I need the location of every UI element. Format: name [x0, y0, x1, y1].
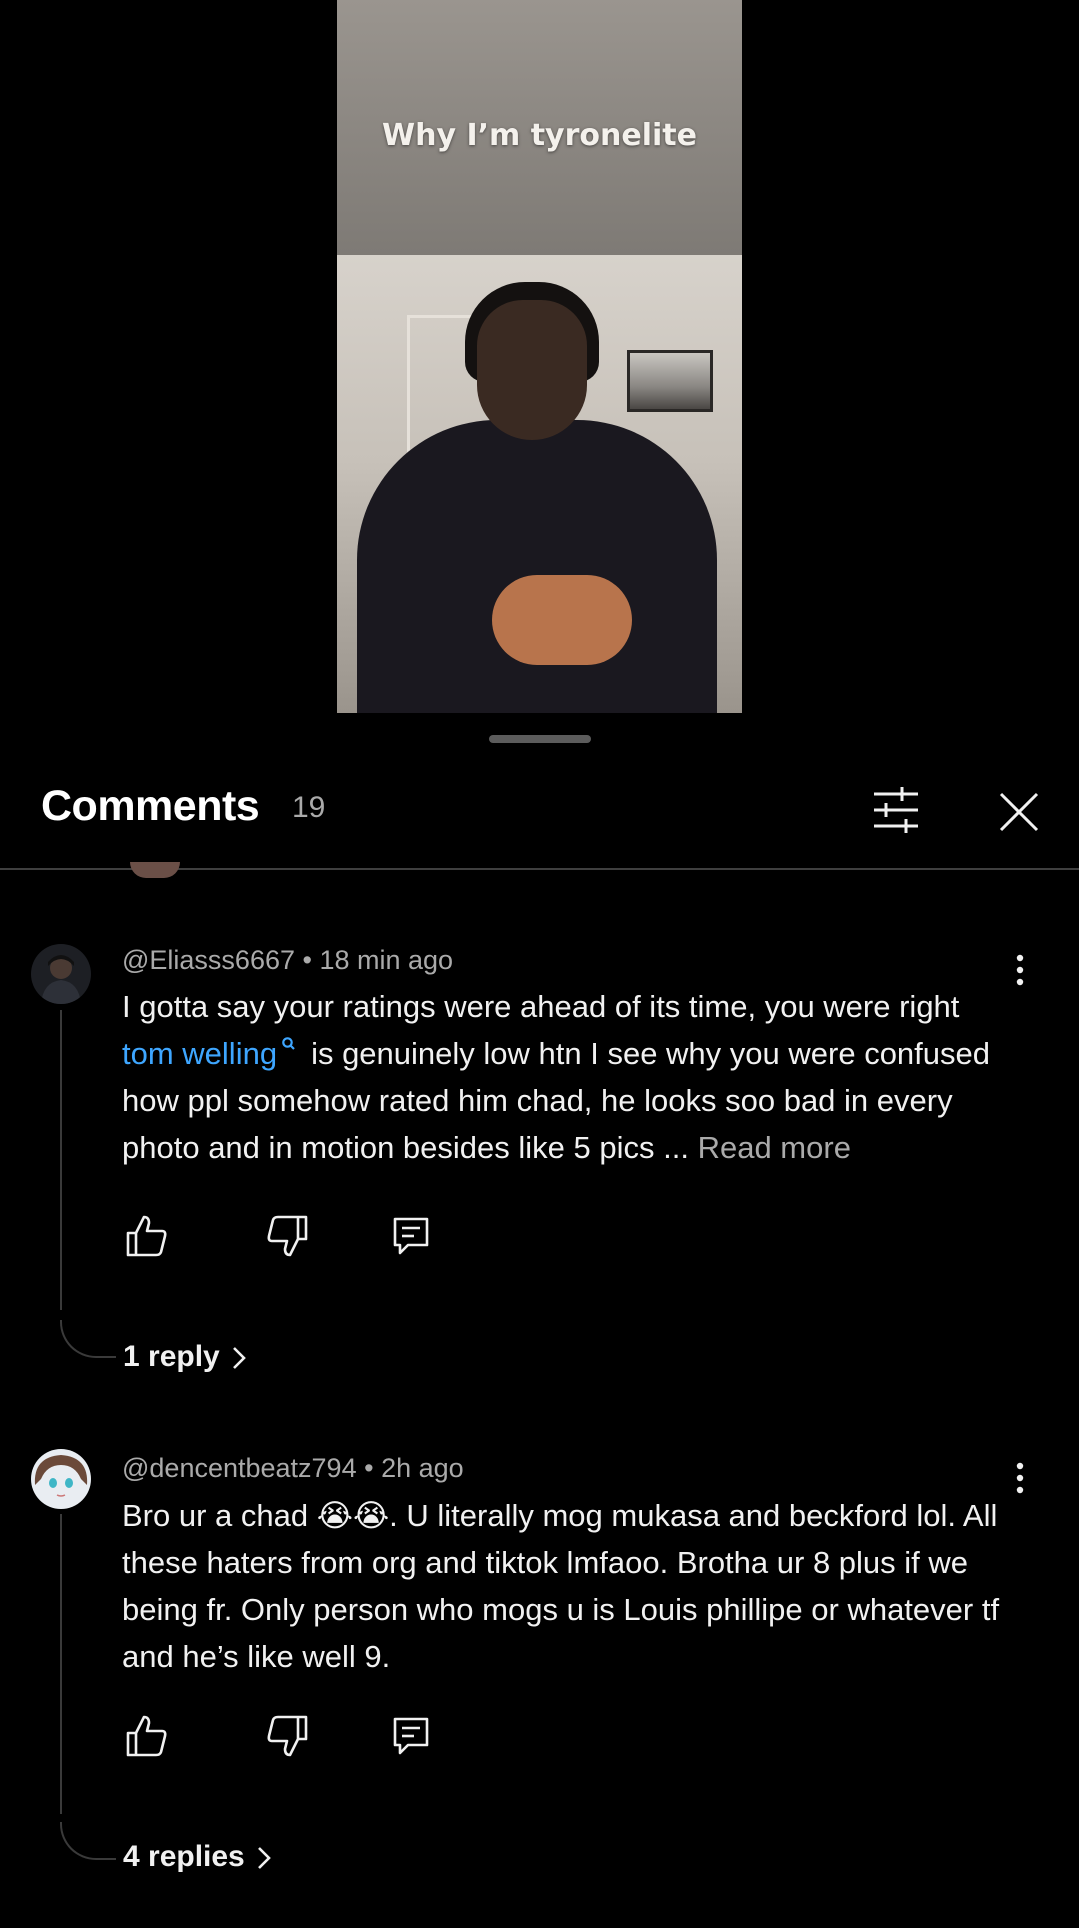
comment-meta: @Eliasss6667 • 18 min ago: [122, 945, 453, 976]
drag-handle[interactable]: [489, 735, 591, 743]
close-icon: [999, 792, 1039, 832]
close-button[interactable]: [989, 782, 1049, 842]
thumbs-up-icon: [126, 1215, 167, 1257]
thumbs-down-icon: [267, 1215, 308, 1257]
comment-author[interactable]: @Eliasss6667: [122, 945, 295, 975]
like-button[interactable]: [122, 1711, 172, 1761]
read-more-link[interactable]: Read more: [698, 1130, 851, 1165]
dislike-button[interactable]: [262, 1711, 312, 1761]
view-replies-button[interactable]: 4 replies: [123, 1840, 273, 1874]
thumbs-up-icon: [126, 1715, 167, 1757]
dislike-button[interactable]: [262, 1211, 312, 1261]
chevron-right-icon: [230, 1343, 248, 1373]
view-replies-button[interactable]: 1 reply: [123, 1340, 248, 1374]
comments-count: 19: [292, 791, 326, 824]
comments-title: Comments: [41, 782, 260, 830]
avatar[interactable]: [31, 1449, 91, 1509]
sliders-icon: [874, 787, 918, 833]
replies-count: 1 reply: [123, 1340, 220, 1373]
meta-separator: •: [364, 1453, 382, 1483]
comment-meta: @dencentbeatz794 • 2h ago: [122, 1453, 464, 1484]
avatar: [130, 862, 180, 878]
video-area[interactable]: Why I’m tyronelite: [0, 0, 1079, 760]
comment-text-start: I gotta say your ratings were ahead of i…: [122, 989, 960, 1024]
video-caption: Why I’m tyronelite: [382, 118, 697, 153]
like-button[interactable]: [122, 1211, 172, 1261]
thread-connector: [60, 1822, 116, 1860]
comments-header: Comments 19: [0, 760, 1079, 868]
avatar[interactable]: [31, 944, 91, 1004]
meta-separator: •: [302, 945, 320, 975]
reply-button[interactable]: [386, 1211, 436, 1261]
video-person-hand: [492, 575, 632, 665]
video-person-head: [477, 300, 587, 440]
sort-filter-button[interactable]: [866, 780, 926, 840]
reply-icon: [393, 1217, 429, 1255]
chevron-right-icon: [255, 1843, 273, 1873]
comment-time: 2h ago: [381, 1453, 464, 1483]
reply-icon: [393, 1717, 429, 1755]
search-icon: [281, 1036, 297, 1056]
mention-link[interactable]: tom welling: [122, 1036, 277, 1071]
thread-line: [60, 1514, 62, 1814]
replies-count: 4 replies: [123, 1840, 245, 1873]
thumbs-down-icon: [267, 1715, 308, 1757]
thread-line: [60, 1010, 62, 1310]
comment-time: 18 min ago: [319, 945, 454, 975]
comment-author[interactable]: @dencentbeatz794: [122, 1453, 357, 1483]
comment-text: I gotta say your ratings were ahead of i…: [122, 983, 1022, 1171]
video-person-body: [357, 420, 717, 713]
video-wall-art: [627, 350, 713, 412]
reply-button[interactable]: [386, 1711, 436, 1761]
video-player[interactable]: Why I’m tyronelite: [337, 0, 742, 713]
thread-connector: [60, 1320, 116, 1358]
comment-text: Bro ur a chad 😭😭. U literally mog mukasa…: [122, 1498, 1000, 1674]
